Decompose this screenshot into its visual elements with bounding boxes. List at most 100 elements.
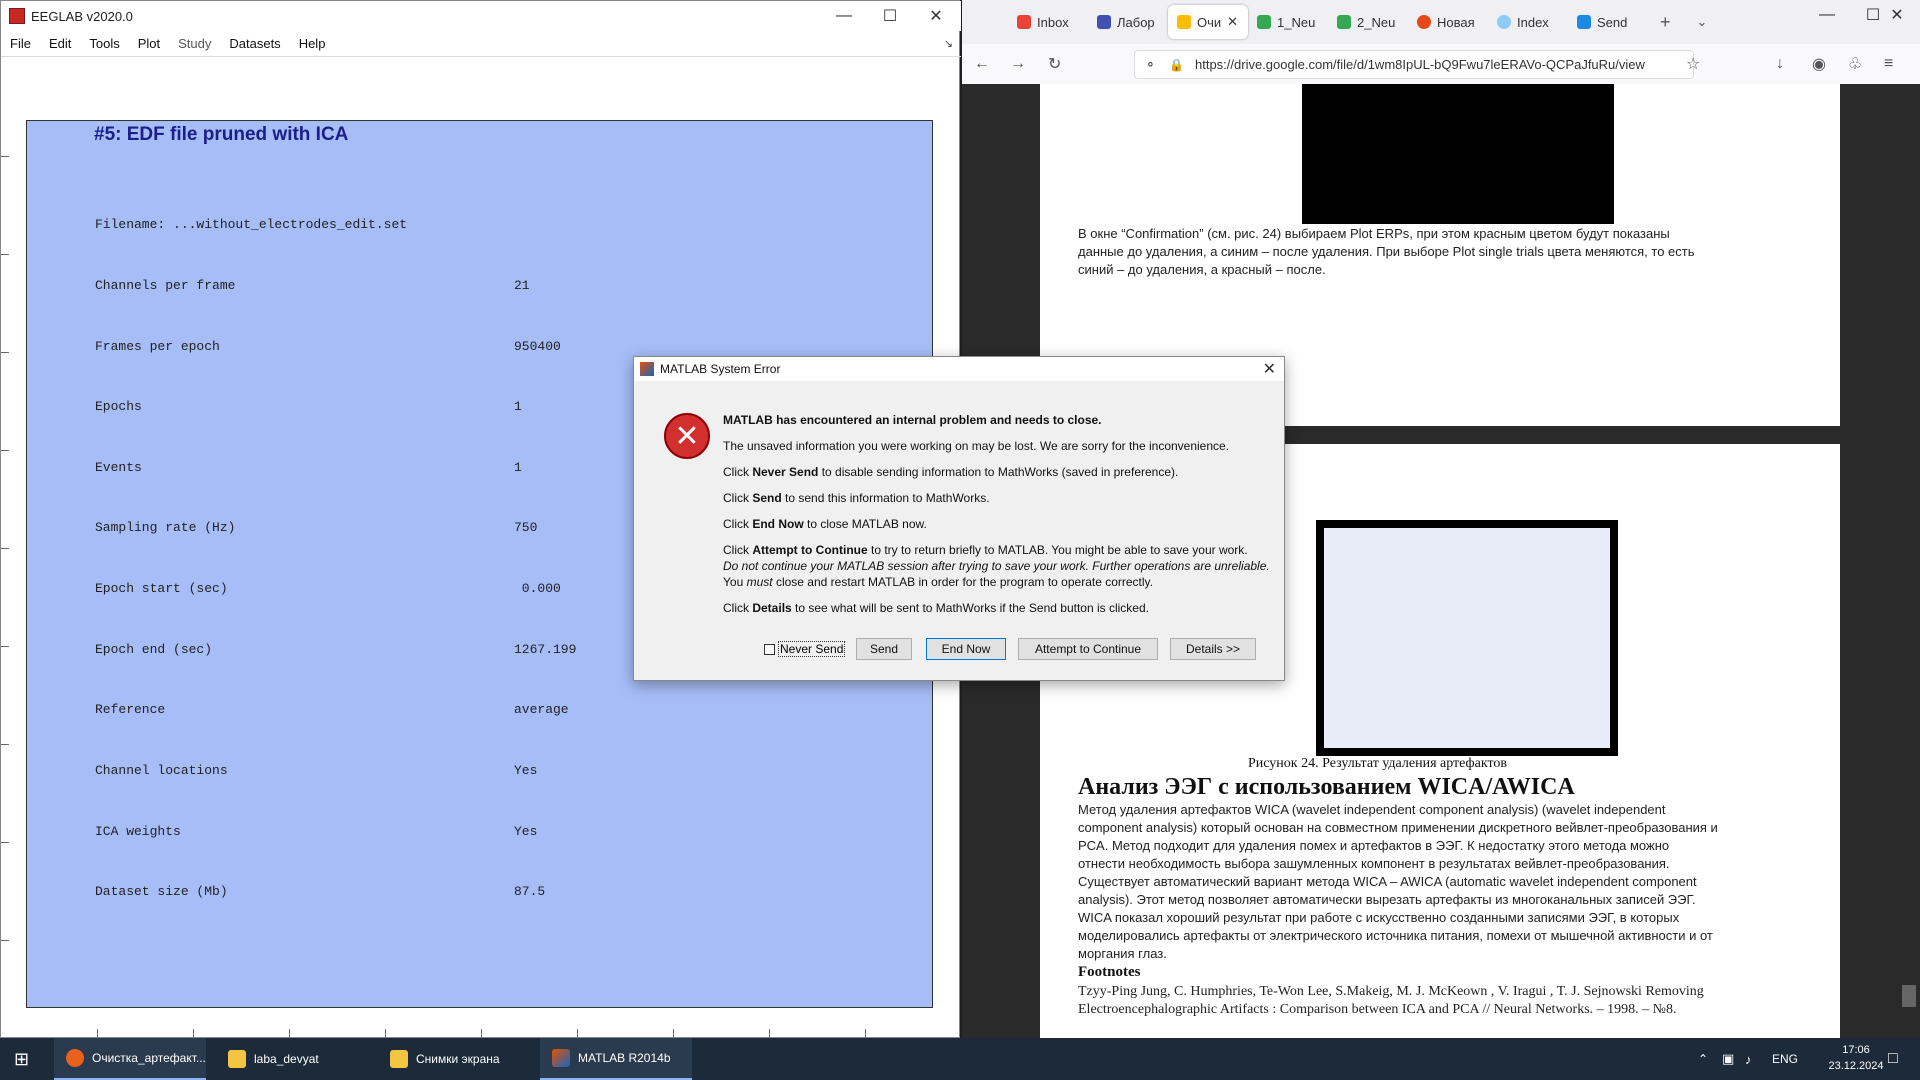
eeglab-titlebar: EEGLAB v2020.0 — ☐ ✕ bbox=[1, 1, 961, 31]
taskbar-label: laba_devyat bbox=[254, 1052, 319, 1066]
figure-eeg-plot bbox=[1316, 520, 1618, 756]
back-icon[interactable]: ← bbox=[974, 55, 990, 73]
minimize-icon[interactable]: — bbox=[1804, 0, 1850, 30]
clock[interactable]: 17:06 23.12.2024 bbox=[1824, 1042, 1888, 1074]
eeg-plot-area bbox=[1324, 528, 1610, 748]
bookmark-star-icon[interactable]: ☆ bbox=[1686, 54, 1700, 74]
maximize-icon[interactable]: ☐ bbox=[867, 1, 913, 31]
axis-tick bbox=[1, 940, 9, 941]
details-button[interactable]: Details >> bbox=[1170, 638, 1256, 660]
close-icon[interactable]: ✕ bbox=[913, 1, 959, 31]
row-ica-label: ICA weights bbox=[95, 824, 181, 839]
checkbox-box[interactable] bbox=[764, 643, 775, 655]
menu-study[interactable]: Study bbox=[169, 36, 220, 51]
tab-neu2[interactable]: 2_Neu bbox=[1328, 5, 1408, 39]
row-frames-label: Frames per epoch bbox=[95, 339, 220, 354]
menu-icon[interactable]: ≡ bbox=[1884, 55, 1893, 73]
taskbar-item-firefox[interactable]: Очистка_артефакт... bbox=[54, 1038, 206, 1080]
drive-icon bbox=[1337, 15, 1351, 29]
minimize-icon[interactable]: — bbox=[821, 1, 867, 31]
notifications-icon[interactable]: □ bbox=[1888, 1050, 1898, 1068]
eeglab-menubar: File Edit Tools Plot Study Datasets Help bbox=[1, 31, 961, 57]
text-bold: Attempt to Continue bbox=[752, 543, 868, 557]
send-button[interactable]: Send bbox=[856, 638, 912, 660]
scrollbar-thumb[interactable] bbox=[1902, 985, 1916, 1007]
text-part: to close MATLAB now. bbox=[803, 517, 927, 531]
menu-help[interactable]: Help bbox=[290, 36, 335, 51]
menu-datasets[interactable]: Datasets bbox=[220, 36, 289, 51]
drive-icon bbox=[1177, 15, 1191, 29]
folder-icon bbox=[228, 1050, 246, 1068]
axis-tick bbox=[577, 1029, 578, 1037]
taskbar-item-screenshots[interactable]: Снимки экрана bbox=[378, 1038, 530, 1080]
reload-icon[interactable]: ↻ bbox=[1048, 54, 1061, 74]
close-icon[interactable]: ✕ bbox=[1874, 0, 1920, 30]
close-icon[interactable]: ✕ bbox=[1263, 359, 1276, 379]
clock-date: 23.12.2024 bbox=[1828, 1060, 1884, 1072]
row-channels-value: 21 bbox=[514, 278, 530, 293]
text-part: Click bbox=[723, 543, 753, 557]
tab-neu1[interactable]: 1_Neu bbox=[1248, 5, 1328, 39]
dialog-titlebar: MATLAB System Error ✕ bbox=[634, 357, 1284, 381]
text-part: to disable sending information to MathWo… bbox=[818, 465, 1179, 479]
row-size-label: Dataset size (Mb) bbox=[95, 884, 228, 899]
text-part: to try to return briefly to MATLAB. You … bbox=[867, 543, 1248, 557]
text-part: Click bbox=[723, 601, 753, 615]
tab-index[interactable]: Index bbox=[1488, 5, 1568, 39]
gmail-icon bbox=[1017, 15, 1031, 29]
axis-tick bbox=[673, 1029, 674, 1037]
download-icon[interactable]: ↓ bbox=[1776, 55, 1784, 73]
axis-tick bbox=[385, 1029, 386, 1037]
extensions-icon[interactable]: ♧ bbox=[1848, 54, 1862, 74]
account-icon[interactable]: ◉ bbox=[1812, 54, 1826, 74]
folder-icon bbox=[390, 1050, 408, 1068]
chevron-down-icon[interactable]: ⌄ bbox=[1697, 14, 1708, 30]
text-part: Click bbox=[723, 491, 753, 505]
error-line: Click Attempt to Continue to try to retu… bbox=[723, 543, 1248, 557]
url-bar[interactable]: ⚬ 🔒 https://drive.google.com/file/d/1wm8… bbox=[1134, 50, 1694, 79]
tab-label: 2_Neu bbox=[1357, 14, 1396, 30]
firefox-icon bbox=[1417, 15, 1431, 29]
windows-start-icon[interactable]: ⊞ bbox=[14, 1049, 29, 1070]
pin-icon[interactable]: ↘ bbox=[944, 37, 953, 50]
taskbar-item-folder[interactable]: laba_devyat bbox=[216, 1038, 368, 1080]
tray-chevron-icon[interactable]: ⌃ bbox=[1698, 1052, 1708, 1066]
clock-time: 17:06 bbox=[1842, 1044, 1870, 1056]
language-indicator[interactable]: ENG bbox=[1772, 1052, 1798, 1066]
network-icon[interactable]: ▣ bbox=[1722, 1051, 1734, 1067]
tab-new[interactable]: Новая bbox=[1408, 5, 1488, 39]
text-part: to send this information to MathWorks. bbox=[781, 491, 990, 505]
menu-edit[interactable]: Edit bbox=[40, 36, 80, 51]
tab-label: Send bbox=[1597, 14, 1628, 30]
axis-tick bbox=[769, 1029, 770, 1037]
error-line: Click Details to see what will be sent t… bbox=[723, 601, 1149, 615]
text-bold: End Now bbox=[752, 517, 804, 531]
menu-file[interactable]: File bbox=[1, 36, 40, 51]
error-line: Click Send to send this information to M… bbox=[723, 491, 990, 505]
row-epoch-end-label: Epoch end (sec) bbox=[95, 642, 213, 657]
axis-tick bbox=[1, 450, 9, 451]
tab-send[interactable]: Send bbox=[1568, 5, 1648, 39]
taskbar-label: MATLAB R2014b bbox=[578, 1051, 671, 1065]
taskbar-item-matlab[interactable]: MATLAB R2014b bbox=[540, 1038, 692, 1080]
never-send-checkbox[interactable]: Never Send bbox=[764, 641, 846, 657]
text-italic: must bbox=[746, 575, 773, 589]
end-now-button[interactable]: End Now bbox=[926, 638, 1006, 660]
row-channels-label: Channels per frame bbox=[95, 278, 236, 293]
close-tab-icon[interactable]: ✕ bbox=[1227, 14, 1238, 30]
axis-tick bbox=[1, 254, 9, 255]
new-tab-icon[interactable]: + bbox=[1660, 12, 1671, 33]
menu-plot[interactable]: Plot bbox=[129, 36, 169, 51]
forward-icon[interactable]: → bbox=[1010, 55, 1026, 73]
attempt-continue-button[interactable]: Attempt to Continue bbox=[1018, 638, 1158, 660]
footnotes-heading: Footnotes bbox=[1078, 964, 1141, 980]
row-srate-value: 750 bbox=[514, 520, 538, 535]
tab-labor[interactable]: Лабор bbox=[1088, 5, 1168, 39]
taskbar-label: Очистка_артефакт... bbox=[92, 1051, 206, 1065]
tab-inbox[interactable]: Inbox bbox=[1008, 5, 1088, 39]
globe-icon bbox=[1497, 15, 1511, 29]
tab-label: Inbox bbox=[1037, 14, 1069, 30]
volume-icon[interactable]: ♪ bbox=[1745, 1052, 1752, 1067]
menu-tools[interactable]: Tools bbox=[80, 36, 128, 51]
tab-drive-active[interactable]: Очи ✕ bbox=[1168, 5, 1248, 39]
